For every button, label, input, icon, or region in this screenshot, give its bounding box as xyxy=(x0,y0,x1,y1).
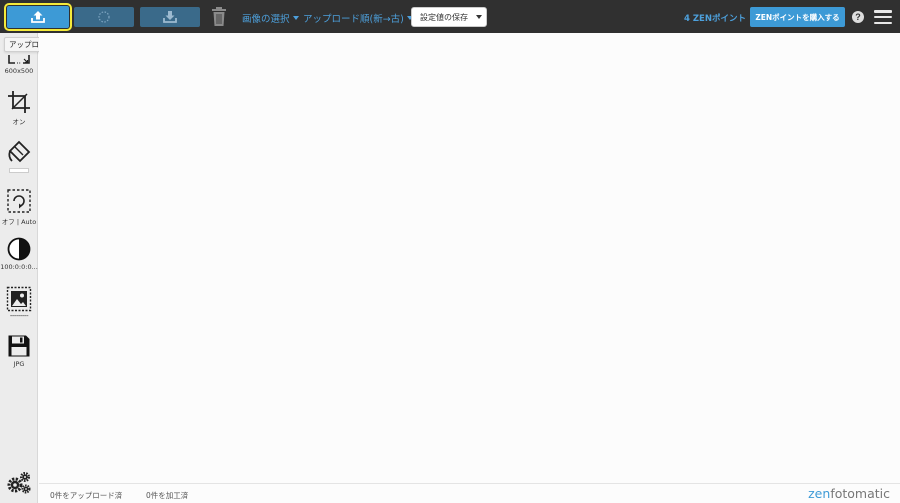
select-images-label: 画像の選択 xyxy=(242,14,290,25)
save-settings-label: 設定値の保存 xyxy=(420,12,468,22)
brand-logo: zenfotomatic xyxy=(808,486,890,501)
crop-icon xyxy=(8,91,30,113)
download-icon xyxy=(163,11,177,23)
rotate-icon xyxy=(7,189,31,213)
chevron-down-icon xyxy=(476,15,482,19)
sort-order-label: アップロード順(新→古) xyxy=(303,14,404,25)
trash-icon xyxy=(212,7,226,26)
download-button[interactable] xyxy=(140,7,200,27)
save-settings-dropdown[interactable]: 設定値の保存 xyxy=(411,7,487,27)
chevron-down-icon xyxy=(292,16,299,20)
processed-count: 0件を加工済 xyxy=(146,491,189,500)
uploaded-count: 0件をアップロード済 xyxy=(50,491,123,500)
frame-label: --------- xyxy=(9,312,29,320)
background-color-tool[interactable] xyxy=(0,139,38,173)
help-icon[interactable]: ? xyxy=(852,11,864,23)
status-footer: 0件をアップロード済 0件を加工済 zenfotomatic xyxy=(39,483,900,503)
gears-icon xyxy=(7,472,31,494)
resize-tool[interactable]: 600x500 xyxy=(0,53,38,75)
sort-order-menu[interactable]: アップロード順(新→古) xyxy=(303,11,413,25)
crop-tool[interactable]: オン xyxy=(0,90,38,126)
format-label: JPG xyxy=(13,360,25,368)
rotate-label: オフ | Auto xyxy=(1,218,37,226)
refresh-icon xyxy=(98,11,110,23)
paint-bucket-icon xyxy=(8,140,31,163)
hamburger-icon[interactable] xyxy=(874,10,892,24)
contrast-icon xyxy=(7,237,31,261)
top-toolbar: 画像の選択 アップロード順(新→古) 設定値の保存 4 ZENポイント ZENポ… xyxy=(0,0,900,33)
points-balance: 4 ZENポイント xyxy=(684,14,746,24)
format-tool[interactable]: JPG xyxy=(0,334,38,368)
floppy-disk-icon xyxy=(8,335,30,357)
resize-icon xyxy=(8,55,30,64)
resize-label: 600x500 xyxy=(4,67,34,75)
rotate-tool[interactable]: オフ | Auto xyxy=(0,188,38,226)
process-button[interactable] xyxy=(74,7,134,27)
select-images-menu[interactable]: 画像の選択 xyxy=(242,11,299,25)
adjust-label: 100:0:0:0... xyxy=(0,263,38,271)
crop-label: オン xyxy=(12,118,26,126)
buy-points-button[interactable]: ZENポイントを購入する xyxy=(750,7,845,27)
image-workspace[interactable] xyxy=(39,33,900,483)
delete-button[interactable] xyxy=(210,6,228,28)
frame-icon xyxy=(6,286,32,312)
upload-button[interactable] xyxy=(4,3,72,31)
adjust-tool[interactable]: 100:0:0:0... xyxy=(0,237,38,271)
frame-tool[interactable]: --------- xyxy=(0,286,38,320)
settings-tool[interactable] xyxy=(0,471,38,495)
color-swatch xyxy=(9,168,29,173)
tool-sidebar: 600x500 オン オフ | Auto 100:0:0:0... ------… xyxy=(0,33,38,503)
upload-icon xyxy=(31,11,45,23)
